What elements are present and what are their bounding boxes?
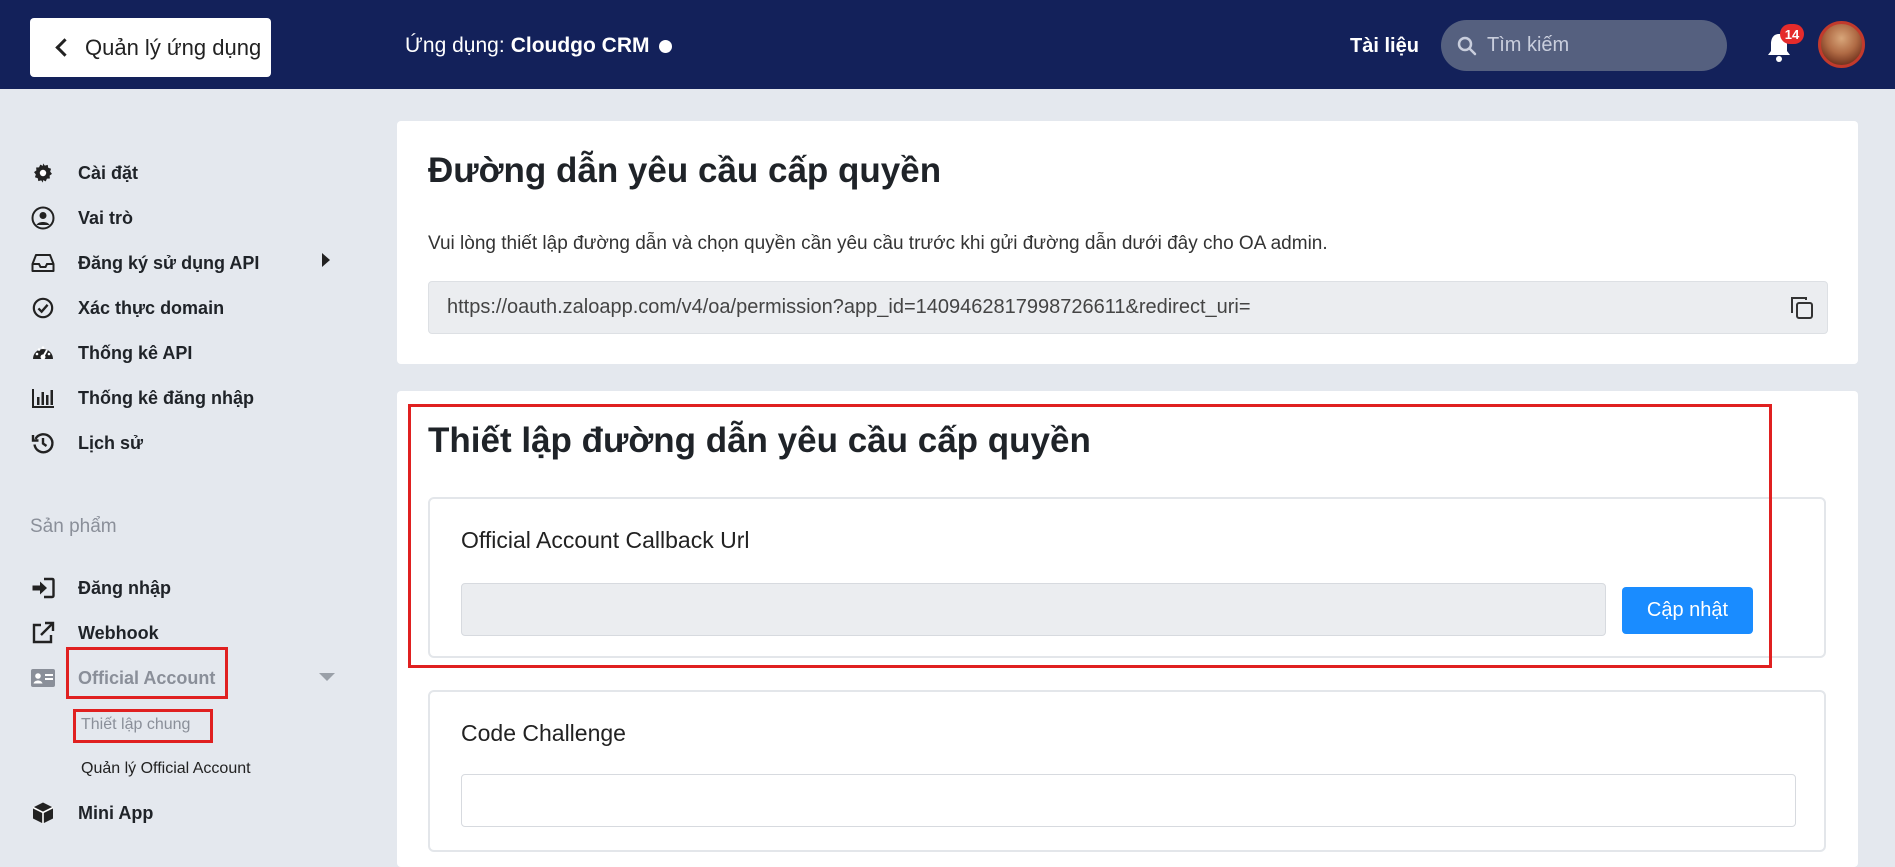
notification-badge: 14 xyxy=(1780,24,1804,44)
sidebar-item-label: Lịch sử xyxy=(78,432,144,453)
sidebar-item-label: Cài đặt xyxy=(78,162,139,183)
sidebar-item-label: Webhook xyxy=(78,622,159,643)
sidebar-item-label: Mini App xyxy=(78,802,154,823)
sidebar-item-label: Xác thực domain xyxy=(78,297,225,318)
copy-icon[interactable] xyxy=(1789,295,1815,321)
search-icon xyxy=(1457,36,1477,55)
sidebar-item-roles[interactable]: Vai trò xyxy=(30,199,133,237)
sidebar-item-label: Đăng nhập xyxy=(78,577,171,598)
sidebar-item-webhook[interactable]: Webhook xyxy=(30,614,159,652)
callback-url-section: Official Account Callback Url Cập nhật xyxy=(428,497,1826,658)
permission-url-card: Đường dẫn yêu cầu cấp quyền Vui lòng thi… xyxy=(397,121,1858,364)
permission-url-field[interactable]: https://oauth.zaloapp.com/v4/oa/permissi… xyxy=(428,281,1828,334)
sidebar-item-official-account[interactable]: Official Account xyxy=(30,659,215,697)
code-challenge-input[interactable] xyxy=(461,774,1796,827)
permission-card-description: Vui lòng thiết lập đường dẫn và chọn quy… xyxy=(428,233,1328,254)
user-circle-icon xyxy=(30,205,56,231)
inbox-icon xyxy=(30,250,56,276)
sidebar-item-label: Đăng ký sử dụng API xyxy=(78,252,260,273)
sign-in-icon xyxy=(30,575,56,601)
app-status-dot xyxy=(659,39,673,53)
sidebar-item-label: Thống kê đăng nhập xyxy=(78,387,254,408)
top-header: Quản lý ứng dụng Ứng dụng: Cloudgo CRM T… xyxy=(0,0,1895,89)
avatar[interactable] xyxy=(1818,21,1865,68)
sidebar-item-settings[interactable]: Cài đặt xyxy=(30,154,138,192)
code-challenge-title: Code Challenge xyxy=(461,720,626,746)
code-challenge-section: Code Challenge xyxy=(428,690,1826,852)
permission-setup-card: Thiết lập đường dẫn yêu cầu cấp quyền Of… xyxy=(397,391,1858,867)
search-input[interactable] xyxy=(1487,34,1707,57)
sidebar-item-api-registration[interactable]: Đăng ký sử dụng API xyxy=(30,244,259,282)
bar-chart-icon xyxy=(30,385,56,411)
sidebar-subitem-general-settings[interactable]: Thiết lập chung xyxy=(81,716,190,734)
docs-link[interactable]: Tài liệu xyxy=(1350,35,1419,58)
cube-icon xyxy=(30,800,56,826)
sidebar-item-label: Official Account xyxy=(78,667,216,688)
chevron-down-icon[interactable] xyxy=(319,673,335,681)
check-circle-icon xyxy=(30,295,56,321)
external-link-icon xyxy=(30,620,56,646)
sidebar-subitem-manage-oa[interactable]: Quản lý Official Account xyxy=(81,760,251,778)
sidebar-item-mini-app[interactable]: Mini App xyxy=(30,794,153,832)
sidebar-item-login[interactable]: Đăng nhập xyxy=(30,569,171,607)
back-to-app-management-button[interactable]: Quản lý ứng dụng xyxy=(30,18,271,77)
chevron-left-icon xyxy=(55,38,74,57)
sidebar-item-history[interactable]: Lịch sử xyxy=(30,424,143,462)
history-icon xyxy=(30,430,56,456)
dashboard-icon xyxy=(30,340,56,366)
update-button[interactable]: Cập nhật xyxy=(1622,587,1753,634)
sidebar: Cài đặt Vai trò Đăng ký sử dụng API Xác … xyxy=(0,89,380,867)
back-button-label: Quản lý ứng dụng xyxy=(85,34,262,60)
sidebar-item-label: Thống kê API xyxy=(78,342,193,363)
callback-url-input[interactable] xyxy=(461,583,1606,636)
setup-card-title: Thiết lập đường dẫn yêu cầu cấp quyền xyxy=(428,421,1091,460)
permission-url-text: https://oauth.zaloapp.com/v4/oa/permissi… xyxy=(447,296,1251,318)
app-title: Ứng dụng: Cloudgo CRM xyxy=(405,34,673,58)
app-title-prefix: Ứng dụng: xyxy=(405,34,505,57)
gear-icon xyxy=(30,160,56,186)
callback-url-title: Official Account Callback Url xyxy=(461,527,750,553)
app-name: Cloudgo CRM xyxy=(510,34,650,57)
id-card-icon xyxy=(30,665,56,691)
products-section-label: Sản phẩm xyxy=(30,516,117,537)
sidebar-item-api-stats[interactable]: Thống kê API xyxy=(30,334,192,372)
sidebar-item-domain-verification[interactable]: Xác thực domain xyxy=(30,289,224,327)
sidebar-item-label: Vai trò xyxy=(78,207,134,228)
caret-right-icon[interactable] xyxy=(322,253,330,267)
search-box[interactable] xyxy=(1441,20,1727,71)
sidebar-item-login-stats[interactable]: Thống kê đăng nhập xyxy=(30,379,254,417)
permission-card-title: Đường dẫn yêu cầu cấp quyền xyxy=(428,151,942,190)
